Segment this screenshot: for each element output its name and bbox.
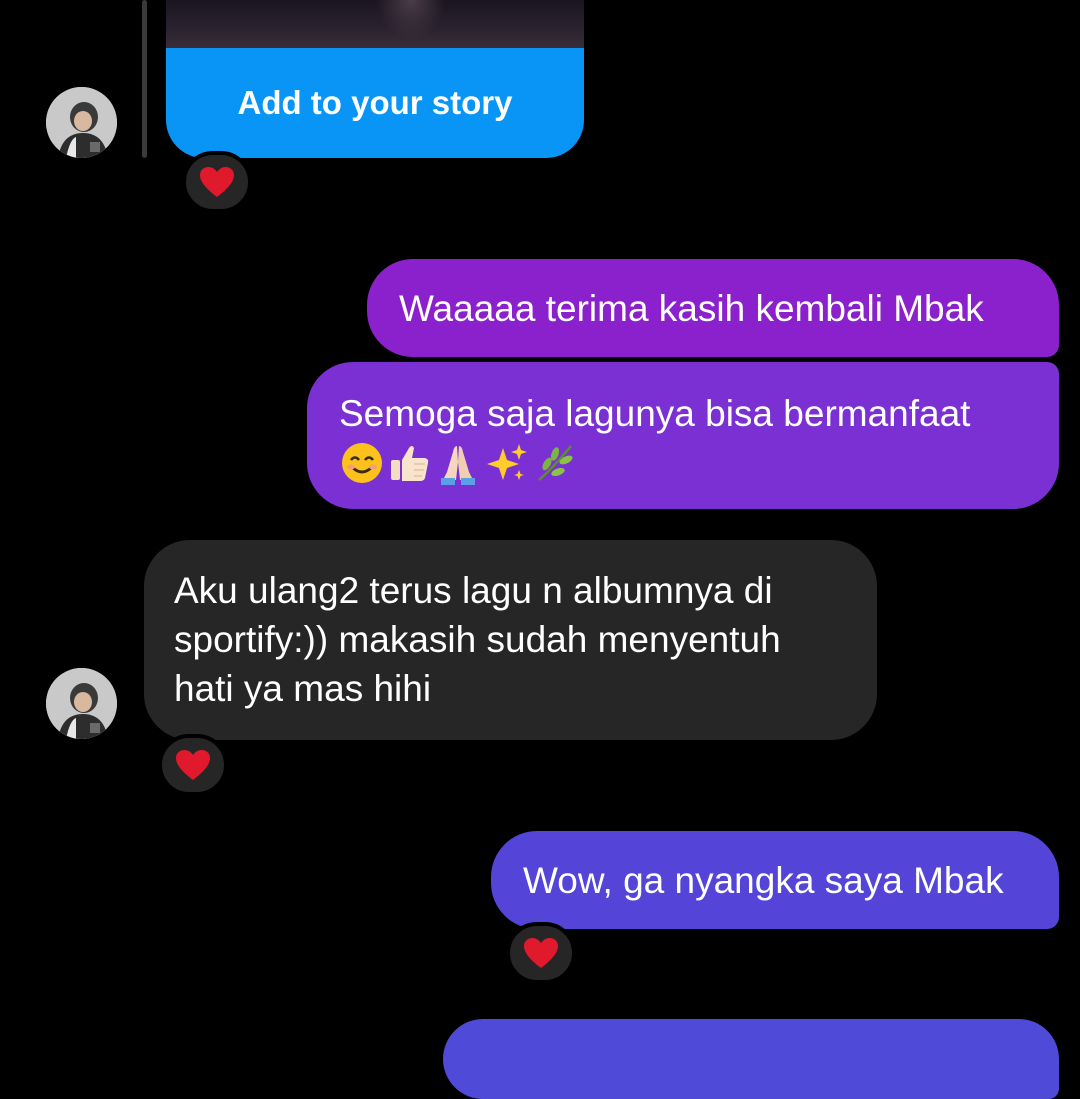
contact-avatar[interactable] bbox=[46, 668, 117, 739]
avatar-photo bbox=[46, 668, 117, 739]
herb-icon bbox=[538, 445, 573, 481]
heart-icon bbox=[524, 938, 558, 968]
heart-icon bbox=[176, 750, 210, 780]
folded-hands-icon bbox=[441, 446, 475, 485]
heart-reaction[interactable] bbox=[182, 151, 252, 213]
avatar-photo bbox=[46, 87, 117, 158]
smiling-face-icon bbox=[342, 443, 382, 483]
add-to-story-button[interactable]: Add to your story bbox=[166, 48, 584, 158]
sparkles-icon bbox=[487, 444, 527, 480]
emoji-row bbox=[339, 440, 1025, 486]
heart-reaction[interactable] bbox=[158, 734, 228, 796]
outgoing-message[interactable]: Waaaaa terima kasih kembali Mbak bbox=[367, 259, 1059, 357]
story-preview-image[interactable] bbox=[166, 0, 584, 48]
heart-icon bbox=[200, 167, 234, 197]
outgoing-message[interactable]: Semoga saja lagunya bisa bermanfaat bbox=[307, 362, 1059, 509]
message-text: Waaaaa terima kasih kembali Mbak bbox=[399, 287, 984, 329]
reply-indicator-bar bbox=[142, 0, 147, 158]
outgoing-message[interactable]: Wow, ga nyangka saya Mbak bbox=[491, 831, 1059, 929]
message-line: sportify:)) makasih sudah menyentuh bbox=[174, 619, 781, 660]
heart-reaction[interactable] bbox=[506, 922, 576, 984]
thumbs-up-icon bbox=[391, 446, 429, 481]
outgoing-message[interactable] bbox=[443, 1019, 1059, 1099]
message-text: Wow, ga nyangka saya Mbak bbox=[523, 859, 1004, 901]
message-text: Semoga saja lagunya bisa bermanfaat bbox=[339, 393, 971, 434]
contact-avatar[interactable] bbox=[46, 87, 117, 158]
incoming-message[interactable]: Aku ulang2 terus lagu n albumnya di spor… bbox=[144, 540, 877, 740]
message-line: hati ya mas hihi bbox=[174, 668, 432, 709]
message-line: Aku ulang2 terus lagu n albumnya di bbox=[174, 570, 773, 611]
